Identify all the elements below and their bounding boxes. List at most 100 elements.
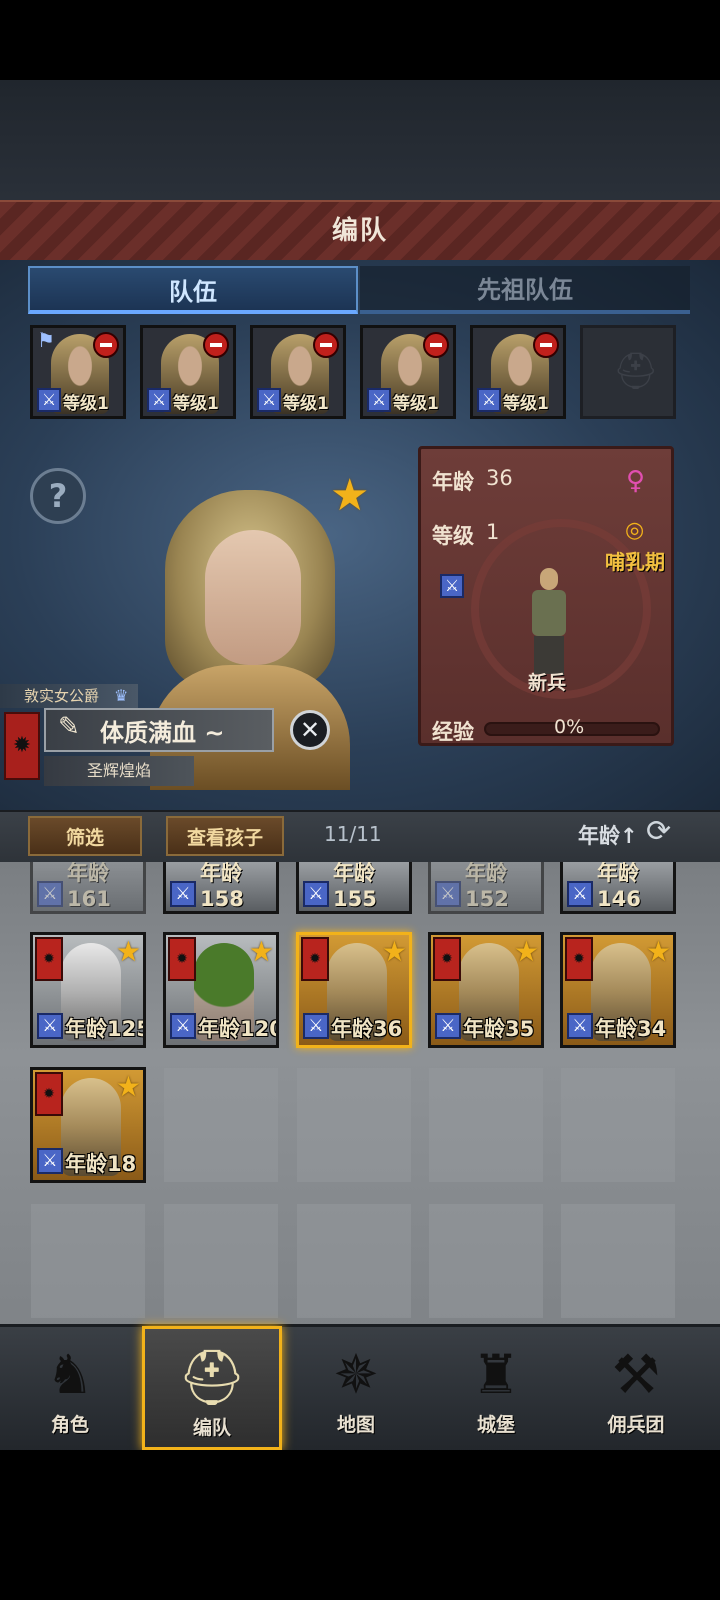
age-value: 36 — [486, 466, 513, 490]
age-text: 年龄34 — [595, 1017, 667, 1041]
empty-slot — [561, 1068, 675, 1182]
roster-card-partial[interactable]: ⚔ 年龄158 — [163, 862, 279, 914]
roster-card-partial[interactable]: ⚔ 年龄155 — [296, 862, 412, 914]
tab-ancestor-team[interactable]: 先祖队伍 — [360, 266, 690, 314]
team-slot[interactable]: ⚔ 等级1 — [360, 325, 456, 419]
level-label: 等级 — [432, 524, 474, 548]
age-text: 年龄152 — [465, 862, 509, 911]
slot-level: 等级1 — [393, 394, 439, 414]
remove-icon[interactable] — [423, 332, 449, 358]
view-children-button[interactable]: 查看孩子 — [166, 816, 284, 856]
roster-card-partial[interactable]: ⚔ 年龄161 — [30, 862, 146, 914]
age-text: 年龄18 — [65, 1152, 137, 1176]
remove-icon[interactable] — [203, 332, 229, 358]
team-slot[interactable]: ⚔ 等级1 — [250, 325, 346, 419]
edit-icon[interactable]: ✎ — [58, 712, 80, 742]
sword-icon: ⚔ — [303, 1013, 329, 1039]
team-slot[interactable]: ⚑ ⚔ 等级1 — [30, 325, 126, 419]
sword-icon: ⚔ — [170, 1013, 196, 1039]
empty-slot — [429, 1068, 543, 1182]
age-text: 年龄155 — [333, 862, 377, 911]
team-slot[interactable]: ⚔ 等级1 — [470, 325, 566, 419]
star-icon: ★ — [115, 935, 141, 968]
nav-mercenary[interactable]: ⚒ 佣兵团 — [566, 1326, 706, 1450]
age-text: 年龄161 — [67, 862, 111, 911]
house-name: 圣辉煌焰 — [44, 756, 194, 786]
house-banner-icon: ✹ — [565, 937, 593, 981]
sword-icon: ⚔ — [367, 388, 391, 412]
roster-card-partial[interactable]: ⚔ 年龄146 — [560, 862, 676, 914]
sword-icon: ⚔ — [37, 1148, 63, 1174]
house-banner-icon: ✹ — [4, 712, 40, 780]
empty-slot — [164, 1068, 278, 1182]
roster-card-partial[interactable]: ⚔ 年龄152 — [428, 862, 544, 914]
empty-slot — [429, 1204, 543, 1318]
house-banner-icon: ✹ — [168, 937, 196, 981]
nav-formation[interactable]: ⛑ 编队 — [142, 1326, 282, 1450]
bottom-spacer — [0, 1450, 720, 1600]
noble-title-text: 敦实女公爵 — [24, 687, 100, 705]
remove-icon[interactable] — [93, 332, 119, 358]
team-slot[interactable]: ⚔ 等级1 — [140, 325, 236, 419]
sword-icon: ⚔ — [257, 388, 281, 412]
level-value: 1 — [486, 520, 500, 544]
exp-label: 经验 — [432, 720, 474, 744]
castle-icon: ♜ — [471, 1343, 521, 1406]
roster-card[interactable]: ✹ ★ ⚔ 年龄35 — [428, 932, 544, 1048]
empty-slot — [31, 1204, 145, 1318]
star-icon: ★ — [381, 935, 407, 968]
empty-slot — [297, 1204, 411, 1318]
tab-team[interactable]: 队伍 — [28, 266, 358, 314]
help-button[interactable]: ? — [30, 468, 86, 524]
roster-card[interactable]: ✹ ★ ⚔ 年龄120 — [163, 932, 279, 1048]
soldier-figure — [518, 568, 578, 678]
sword-icon: ⚔ — [435, 1013, 461, 1039]
roster-count: 11/11 — [324, 822, 382, 846]
nav-castle[interactable]: ♜ 城堡 — [426, 1326, 566, 1450]
slot-level: 等级1 — [283, 394, 329, 414]
slot-level: 等级1 — [503, 394, 549, 414]
sword-icon: ⚔ — [567, 1013, 593, 1039]
sword-icon: ⚔ — [477, 388, 501, 412]
portrait-head — [205, 530, 301, 665]
leader-flag-icon: ⚑ — [37, 328, 55, 352]
star-icon: ★ — [248, 935, 274, 968]
roster-card-selected[interactable]: ✹ ★ ⚔ 年龄36 — [296, 932, 412, 1048]
empty-slot — [297, 1068, 411, 1182]
roster-card[interactable]: ✹ ★ ⚔ 年龄125 — [30, 932, 146, 1048]
house-banner-icon: ✹ — [301, 937, 329, 981]
nav-character[interactable]: ♞ 角色 — [0, 1326, 140, 1450]
roster-card[interactable]: ✹ ★ ⚔ 年龄34 — [560, 932, 676, 1048]
status-text: 哺乳期 — [605, 550, 665, 574]
age-text: 年龄120 — [198, 1017, 279, 1041]
compass-icon: ✵ — [333, 1343, 379, 1406]
title-banner: 编队 — [0, 200, 720, 264]
sword-icon: ⚔ — [567, 881, 593, 907]
star-icon: ★ — [645, 935, 671, 968]
age-text: 年龄125 — [65, 1017, 146, 1041]
sword-icon: ⚔ — [435, 881, 461, 907]
close-button[interactable]: ✕ — [290, 710, 330, 750]
star-icon: ★ — [115, 1070, 141, 1103]
age-text: 年龄146 — [597, 862, 641, 911]
refresh-icon[interactable]: ⟳ — [646, 814, 671, 849]
crown-icon: ♛ — [114, 686, 129, 705]
age-text: 年龄158 — [200, 862, 244, 911]
team-slot-empty[interactable] — [580, 325, 676, 419]
slot-level: 等级1 — [173, 394, 219, 414]
page-title: 编队 — [331, 216, 388, 246]
empty-slot — [164, 1204, 278, 1318]
roster-card[interactable]: ✹ ★ ⚔ 年龄18 — [30, 1067, 146, 1183]
nav-map[interactable]: ✵ 地图 — [286, 1326, 426, 1450]
house-banner-icon: ✹ — [433, 937, 461, 981]
sort-button[interactable]: 年龄↑ — [578, 820, 638, 850]
sword-icon: ⚔ — [170, 881, 196, 907]
slot-level: 等级1 — [63, 394, 109, 414]
filter-button[interactable]: 筛选 — [28, 816, 142, 856]
age-label: 年龄 — [432, 470, 474, 494]
age-text: 年龄36 — [331, 1017, 403, 1041]
remove-icon[interactable] — [313, 332, 339, 358]
remove-icon[interactable] — [533, 332, 559, 358]
sword-icon: ⚔ — [147, 388, 171, 412]
sword-icon: ⚔ — [37, 388, 61, 412]
